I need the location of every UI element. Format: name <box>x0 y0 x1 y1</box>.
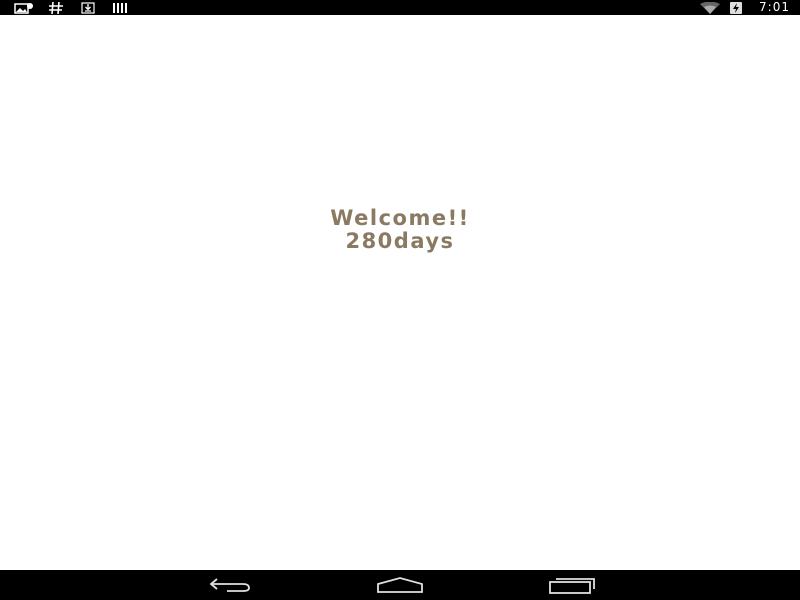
back-icon[interactable] <box>200 574 260 596</box>
download-icon <box>80 1 96 14</box>
wifi-icon <box>698 1 722 14</box>
recent-apps-icon[interactable] <box>542 574 602 596</box>
hash-icon <box>48 1 64 14</box>
status-time: 7:01 <box>759 0 790 14</box>
splash-content: Welcome!! 280days <box>0 15 800 570</box>
app-name-text: 280days <box>345 229 455 253</box>
gallery-notification-icon <box>14 1 34 14</box>
battery-charging-icon <box>729 1 743 14</box>
barcode-icon <box>111 1 129 14</box>
welcome-text: Welcome!! <box>330 206 470 230</box>
home-icon[interactable] <box>370 574 430 596</box>
status-bar: 7:01 <box>0 0 800 15</box>
navigation-bar <box>0 570 800 600</box>
app-screen: 7:01 Welcome!! 280days <box>0 0 800 600</box>
